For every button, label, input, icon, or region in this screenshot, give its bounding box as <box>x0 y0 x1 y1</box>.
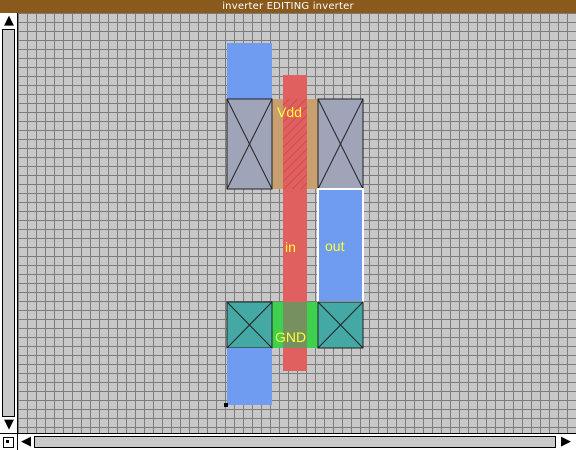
window-title: inverter EDITING inverter <box>222 1 354 12</box>
label-in[interactable]: in <box>285 239 296 255</box>
metal-vdd-strip[interactable] <box>227 43 272 101</box>
layout-drawing[interactable]: Vdd in out GND <box>18 13 576 433</box>
scroll-right-button[interactable]: ▶ <box>558 434 574 450</box>
editor-window: inverter EDITING inverter ▲ ▼ ◀ ▶ Vdd in… <box>0 0 576 450</box>
horizontal-scrollbar[interactable]: ◀ ▶ <box>18 433 576 450</box>
label-out[interactable]: out <box>325 238 345 254</box>
cursor-anchor <box>224 403 228 407</box>
zoom-fit-button[interactable] <box>0 433 18 450</box>
scroll-up-button[interactable]: ▲ <box>1 13 17 29</box>
label-vdd[interactable]: Vdd <box>277 104 302 120</box>
nmos-contact-left[interactable] <box>226 301 273 349</box>
pmos-contact-left[interactable] <box>226 98 273 190</box>
label-gnd[interactable]: GND <box>275 329 306 345</box>
layout-canvas[interactable]: Vdd in out GND <box>18 13 576 433</box>
title-bar[interactable]: inverter EDITING inverter <box>0 0 576 13</box>
horizontal-scroll-track[interactable] <box>34 436 556 448</box>
zoom-dot-icon <box>6 440 9 443</box>
scroll-down-button[interactable]: ▼ <box>1 417 17 433</box>
scroll-left-button[interactable]: ◀ <box>18 434 34 450</box>
vertical-scrollbar[interactable]: ▲ ▼ <box>0 13 18 433</box>
nmos-contact-right[interactable] <box>317 301 364 349</box>
vertical-scroll-track[interactable] <box>2 29 15 417</box>
metal-gnd-strip[interactable] <box>227 348 272 405</box>
pmos-contact-right[interactable] <box>317 98 364 190</box>
